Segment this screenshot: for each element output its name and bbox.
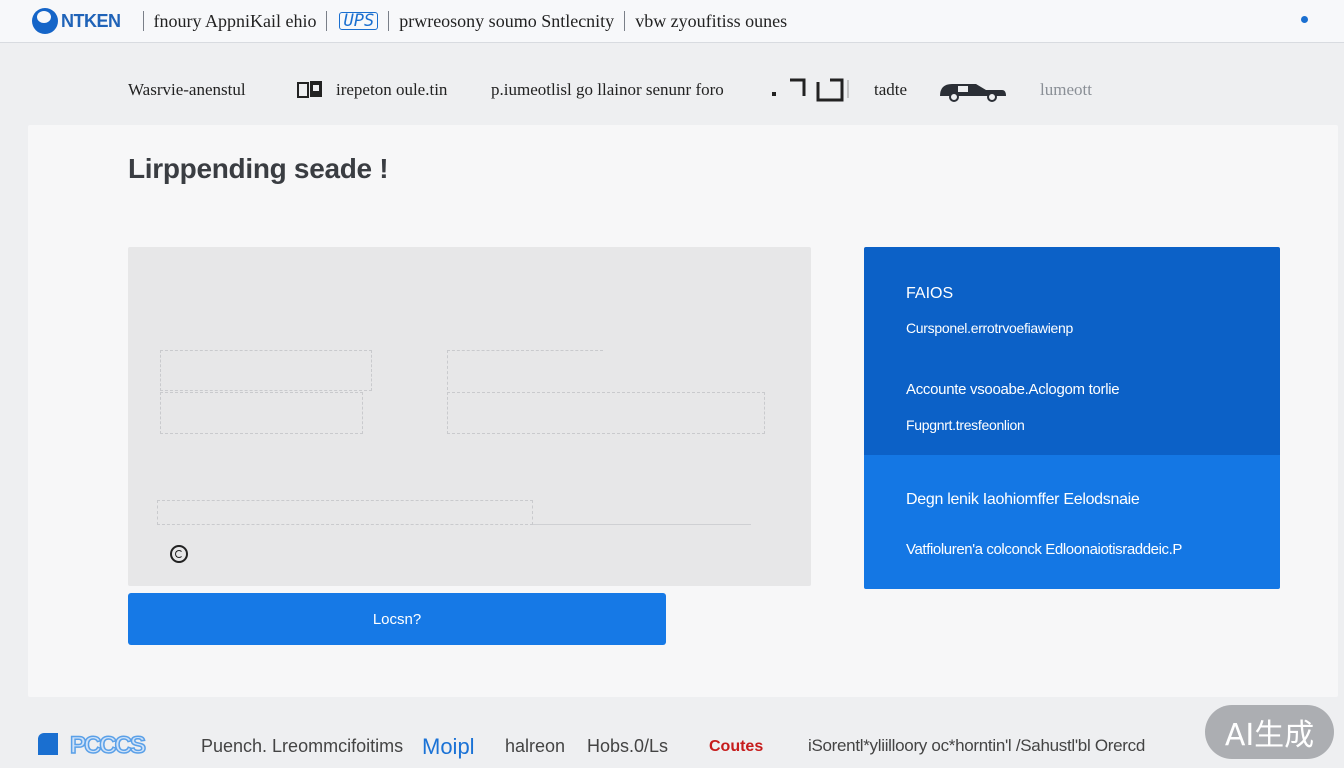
email-field[interactable] xyxy=(157,500,533,525)
code-field[interactable] xyxy=(447,392,765,434)
divider xyxy=(388,11,390,31)
subnav-item-2[interactable]: irepeton oule.tin xyxy=(336,80,447,100)
footer-link-3[interactable]: halreon xyxy=(505,736,565,757)
page-title: Lirppending seade ! xyxy=(128,153,389,184)
code-field-label xyxy=(447,350,603,390)
subnav-item-4[interactable]: tadte xyxy=(874,80,907,100)
footer-link-5[interactable]: Coutes xyxy=(709,738,763,756)
status-dot-icon xyxy=(1301,16,1308,23)
divider xyxy=(142,11,144,31)
footer-logo-text: PCCCS xyxy=(69,731,147,760)
top-bar: NTKEN fnoury AppniKail ehio UPS prwreoso… xyxy=(0,0,1344,43)
faq-link-3[interactable]: Degn lenik Iaohiomffer Eelodsnaie xyxy=(906,491,1140,509)
top-mark-icon[interactable]: UPS xyxy=(339,12,379,30)
car-icon xyxy=(940,84,1006,102)
footer-link-6[interactable]: iSorentl*yliilloory oc*horntin'l /Sahust… xyxy=(808,736,1145,756)
footer-link-1[interactable]: Puench. Lreommcifoitims xyxy=(201,736,403,757)
footer-link-4[interactable]: Hobs.0/Ls xyxy=(587,736,668,757)
remember-me-icon[interactable] xyxy=(170,545,188,563)
faq-link-2[interactable]: Fupgnrt.tresfeonlion xyxy=(906,417,1025,433)
username-field[interactable] xyxy=(160,350,372,391)
faq-panel: FAIOS Cursponel.errotrvoefiawienp Accoun… xyxy=(864,247,1280,589)
brand[interactable]: NTKEN xyxy=(32,8,121,34)
top-link-1[interactable]: fnoury AppniKail ehio xyxy=(154,11,317,32)
subnav-item-1[interactable]: Wasrvie-anenstul xyxy=(128,80,246,100)
divider xyxy=(326,11,328,31)
faq-link-4[interactable]: Vatfioluren'a colconck Edloonaiotisradde… xyxy=(906,541,1182,558)
top-link-2[interactable]: prwreosony soumo Sntlecnity xyxy=(399,11,614,32)
brand-name: NTKEN xyxy=(61,10,121,31)
faq-link-1[interactable]: Accounte vsooabe.Aclogom torlie xyxy=(906,381,1120,398)
bracket-icon xyxy=(772,78,849,102)
login-button[interactable]: Locsn? xyxy=(128,593,666,645)
footer-logo-icon xyxy=(38,733,58,755)
ai-watermark: AI生成 xyxy=(1205,705,1334,759)
brand-logo-icon xyxy=(32,8,58,34)
footer-link-2[interactable]: Moipl xyxy=(422,734,475,760)
secondary-nav: Wasrvie-anenstul irepeton oule.tin p.ium… xyxy=(0,70,1344,110)
divider xyxy=(624,11,626,31)
footer: Puench. Lreommcifoitims Moipl halreon Ho… xyxy=(0,720,1344,768)
top-link-3[interactable]: vbw zyoufitiss ounes xyxy=(635,11,787,32)
subnav-item-5[interactable]: lumeott xyxy=(1040,80,1092,100)
faq-title: FAIOS xyxy=(906,285,954,302)
faq-subtitle: Cursponel.errotrvoefiawienp xyxy=(906,320,1073,336)
subnav-item-3[interactable]: p.iumeotlisl go llainor senunr foro xyxy=(491,80,724,100)
password-field[interactable] xyxy=(160,392,363,434)
faq-bottom-section xyxy=(864,455,1280,589)
email-field-underline xyxy=(533,524,751,525)
device-icon xyxy=(297,81,322,98)
